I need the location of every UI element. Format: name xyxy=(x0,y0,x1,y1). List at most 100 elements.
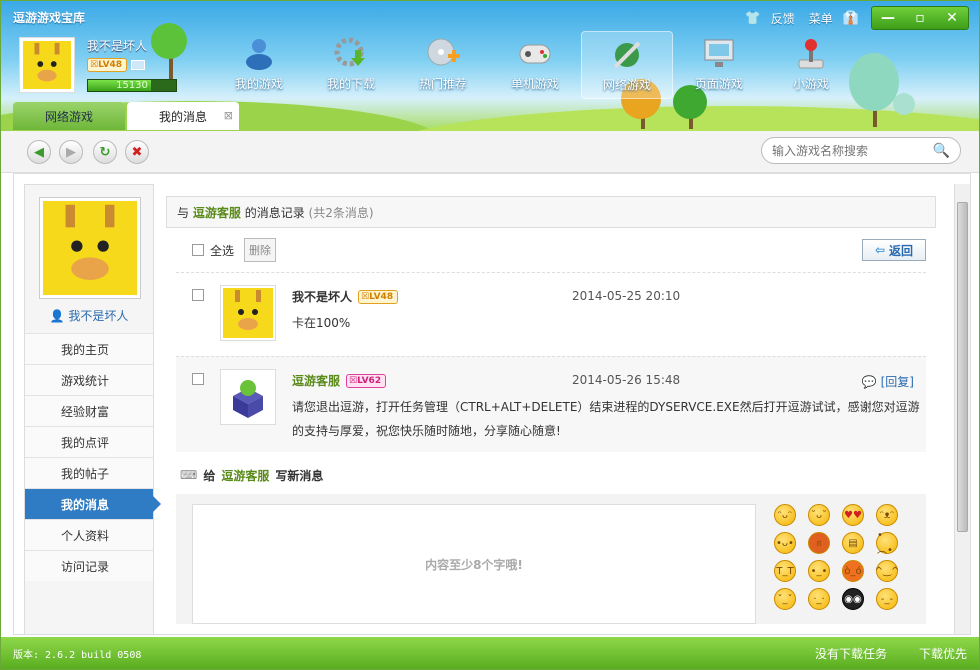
message-actions: 全选 删除 ⇦ 返回 xyxy=(166,228,936,272)
back-arrow-icon: ⇦ xyxy=(874,243,886,257)
emoji-doze-icon[interactable]: -_- xyxy=(876,588,898,610)
tab-my-messages[interactable]: 我的消息 ⊠ xyxy=(127,102,239,130)
message-checkbox[interactable] xyxy=(192,289,204,301)
scrollbar[interactable] xyxy=(954,184,970,634)
emoji-angry-icon[interactable]: ಠ xyxy=(808,532,830,554)
back-arrow-button[interactable]: ◀ xyxy=(27,140,51,164)
level-row: ☒ LV48 xyxy=(87,58,146,72)
profile-sidebar: 👤 我不是坏人 我的主页 游戏统计 经验财富 我的点评 我的帖子 我的消息 个人… xyxy=(24,184,161,634)
giraffe-avatar-icon xyxy=(23,41,71,89)
message-item: 逗游客服 ☒ LV62 2014-05-26 15:48 💬 [回复] 请您退出逗游，… xyxy=(176,356,926,452)
feedback-link[interactable]: 反馈 xyxy=(767,10,799,27)
search-icon[interactable]: 🔍 xyxy=(933,143,950,159)
back-button[interactable]: ⇦ 返回 xyxy=(862,239,926,261)
emoji-blush-icon[interactable]: ˇ_ˇ xyxy=(774,588,796,610)
main-nav: 我的游戏 我的下载 热门推荐 单机游戏 网络游戏 页面游戏 小游戏 xyxy=(213,31,857,99)
messages-panel: 与 逗游客服 的消息记录 (共2条消息) 全选 删除 ⇦ 返回 我不是坏人 ☒ LV4… xyxy=(166,196,936,626)
message-item: 我不是坏人 ☒ LV48 2014-05-25 20:10 卡在100% xyxy=(176,272,926,356)
forward-arrow-button[interactable]: ▶ xyxy=(59,140,83,164)
nav-online-games[interactable]: 网络游戏 xyxy=(581,31,673,99)
level-badge: ☒ LV48 xyxy=(358,289,399,304)
message-avatar[interactable] xyxy=(220,369,276,425)
disc-plus-icon xyxy=(424,35,462,71)
maximize-button[interactable]: ▫ xyxy=(904,7,936,29)
download-priority-link[interactable]: 下载优先 xyxy=(919,645,967,662)
nav-mini-games[interactable]: 小游戏 xyxy=(765,31,857,99)
keyboard-icon: ⌨ xyxy=(180,468,198,482)
sidebar-item-home[interactable]: 我的主页 xyxy=(25,333,153,364)
emoji-laugh-icon[interactable]: ᵔᴥᵔ xyxy=(876,504,898,526)
skin-icon[interactable]: 👕 xyxy=(745,11,761,26)
emoji-love-icon[interactable]: ♥♥ xyxy=(842,504,864,526)
emoji-grin-icon[interactable]: ᵔᴗᵔ xyxy=(774,504,796,526)
emoji-teeth-icon[interactable]: ▤ xyxy=(842,532,864,554)
message-textarea[interactable]: 内容至少8个字哦! xyxy=(192,504,756,624)
sidebar-item-stats[interactable]: 游戏统计 xyxy=(25,364,153,395)
emoji-mad-icon[interactable]: ò_ó xyxy=(842,560,864,582)
giraffe-avatar-icon xyxy=(223,288,273,338)
emoji-wink-icon[interactable]: ˘ᴗ˘ xyxy=(808,504,830,526)
stop-button[interactable]: ✖ xyxy=(125,140,149,164)
sidebar-item-posts[interactable]: 我的帖子 xyxy=(25,457,153,488)
exp-bar: 15130 xyxy=(87,79,177,92)
sidebar-item-profile[interactable]: 个人资料 xyxy=(25,519,153,550)
header-banner: 逗游游戏宝库 👕 反馈 菜单 👔 — ▫ ✕ 我不是坏人 ☒ LV48 15130… xyxy=(1,1,979,131)
emoji-panel: ᵔᴗᵔ ˘ᴗ˘ ♥♥ ᵔᴥᵔ •ᴗ• ಠ ▤ •︵• T_T •_• ò_ó ^… xyxy=(774,504,900,610)
compose-box: 内容至少8个字哦! ᵔᴗᵔ ˘ᴗ˘ ♥♥ ᵔᴥᵔ •ᴗ• ಠ ▤ •︵• T_T… xyxy=(176,494,926,624)
sidebar-item-wealth[interactable]: 经验财富 xyxy=(25,395,153,426)
support-box-avatar-icon xyxy=(223,372,273,422)
partner-name[interactable]: 逗游客服 xyxy=(193,204,241,221)
download-tasks-link[interactable]: 没有下载任务 xyxy=(815,645,887,662)
sword-globe-icon xyxy=(608,36,646,72)
emoji-shy-icon[interactable]: •ᴗ• xyxy=(774,532,796,554)
profile-name[interactable]: 👤 我不是坏人 xyxy=(25,307,153,324)
tab-bar: 网络游戏 我的消息 ⊠ xyxy=(13,102,239,130)
menu-link[interactable]: 菜单 xyxy=(805,10,837,27)
sidebar-item-visits[interactable]: 访问记录 xyxy=(25,550,153,581)
search-input[interactable] xyxy=(772,143,933,158)
app-title: 逗游游戏宝库 xyxy=(13,11,86,25)
select-all-checkbox[interactable] xyxy=(192,244,204,256)
sidebar-item-messages[interactable]: 我的消息 xyxy=(25,488,161,519)
username[interactable]: 我不是坏人 xyxy=(87,37,147,54)
close-tab-icon[interactable]: ⊠ xyxy=(224,109,233,122)
tab-online-games[interactable]: 网络游戏 xyxy=(13,102,125,130)
status-bar: 版本: 2.6.2 build 0508 没有下载任务 下载优先 xyxy=(1,637,979,669)
window-buttons: — ▫ ✕ xyxy=(871,6,969,30)
emoji-smile-icon[interactable]: ^‿^ xyxy=(875,560,899,582)
mail-icon[interactable] xyxy=(131,60,146,70)
emoji-cry-icon[interactable]: T_T xyxy=(774,560,796,582)
message-checkbox[interactable] xyxy=(192,373,204,385)
monitor-icon xyxy=(700,35,738,71)
nav-hot[interactable]: 热门推荐 xyxy=(397,31,489,99)
sidebar-item-reviews[interactable]: 我的点评 xyxy=(25,426,153,457)
nav-my-downloads[interactable]: 我的下载 xyxy=(305,31,397,99)
nav-web-games[interactable]: 页面游戏 xyxy=(673,31,765,99)
emoji-sweat-icon[interactable]: ·_· xyxy=(808,588,830,610)
user-icon: 👤 xyxy=(49,309,65,323)
scrollbar-thumb[interactable] xyxy=(957,202,968,532)
minimize-button[interactable]: — xyxy=(872,7,904,29)
shield-icon: ☒ xyxy=(90,60,99,70)
emoji-skull-icon[interactable]: ◉◉ xyxy=(842,588,864,610)
message-count: (共2条消息) xyxy=(308,205,374,220)
chat-bubble-icon: 💬 xyxy=(861,374,877,389)
nav-single-games[interactable]: 单机游戏 xyxy=(489,31,581,99)
tree-decoration xyxy=(151,23,187,59)
reply-link[interactable]: 💬 [回复] xyxy=(862,373,914,390)
close-button[interactable]: ✕ xyxy=(936,7,968,29)
delete-button[interactable]: 删除 xyxy=(244,238,277,262)
emoji-sad-icon[interactable]: •︵• xyxy=(876,530,898,556)
profile-avatar[interactable] xyxy=(39,197,141,299)
emoji-think-icon[interactable]: •_• xyxy=(808,560,830,582)
avatar[interactable] xyxy=(19,37,75,93)
content-area: 👤 我不是坏人 我的主页 游戏统计 经验财富 我的点评 我的帖子 我的消息 个人… xyxy=(13,173,971,635)
select-all-label: 全选 xyxy=(210,243,235,258)
exp-value: 15130 xyxy=(116,80,148,91)
skin-shirt-icon[interactable]: 👔 xyxy=(843,11,859,26)
nav-my-games[interactable]: 我的游戏 xyxy=(213,31,305,99)
refresh-button[interactable]: ↻ xyxy=(93,140,117,164)
title-bar-controls: 👕 反馈 菜单 👔 — ▫ ✕ xyxy=(745,6,969,30)
message-avatar[interactable] xyxy=(220,285,276,341)
message-time: 2014-05-26 15:48 xyxy=(572,373,681,387)
